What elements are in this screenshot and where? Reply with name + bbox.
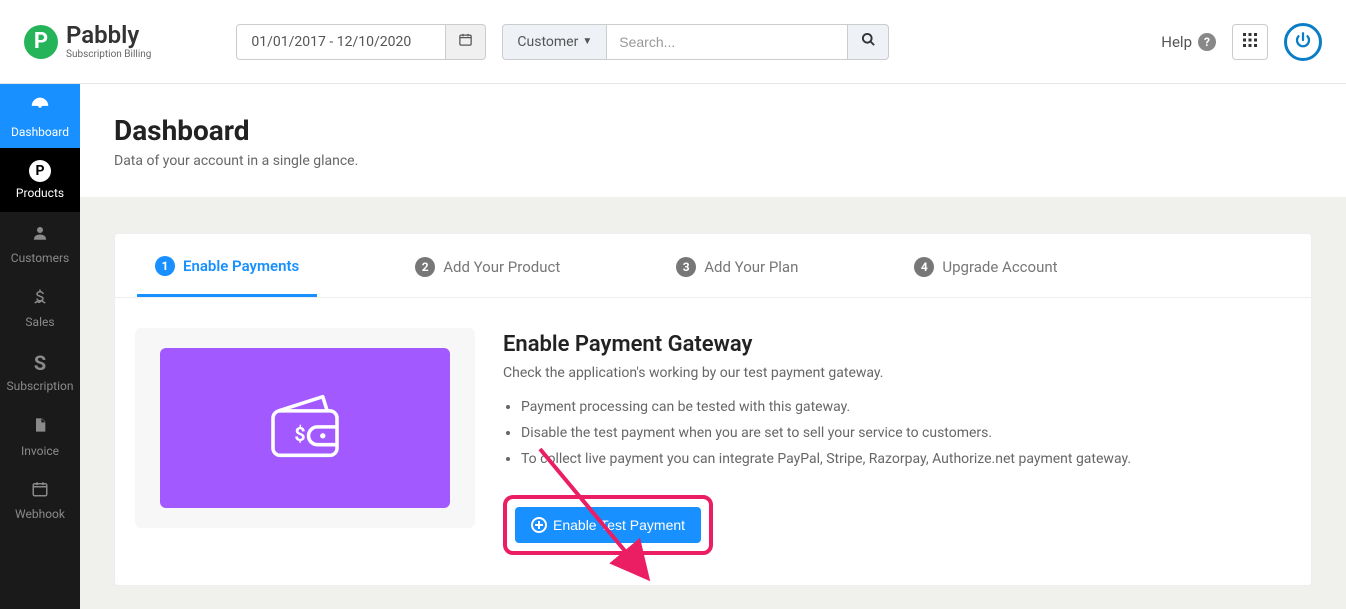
- sidebar: Dashboard P Products Customers Sales S S…: [0, 84, 80, 609]
- plus-circle-icon: [531, 517, 547, 533]
- tab-number: 1: [155, 256, 175, 276]
- topbar: Pabbly Subscription Billing 01/01/2017 -…: [0, 0, 1346, 84]
- enable-button-highlight: Enable Test Payment: [503, 495, 713, 555]
- sidebar-item-label: Customers: [11, 251, 69, 265]
- calendar-button[interactable]: [446, 24, 486, 60]
- tab-label: Add Your Product: [443, 258, 560, 276]
- products-icon: P: [29, 160, 51, 182]
- sidebar-item-products[interactable]: P Products: [0, 148, 80, 212]
- brand-mark-icon: [24, 25, 58, 59]
- panel-heading: Enable Payment Gateway: [503, 332, 1291, 357]
- apps-grid-icon: [1243, 32, 1257, 51]
- chevron-down-icon: ▼: [582, 36, 592, 47]
- panel-bullet: Disable the test payment when you are se…: [521, 425, 1291, 441]
- brand-subtitle: Subscription Billing: [66, 49, 151, 60]
- tab-number: 2: [415, 257, 435, 277]
- sidebar-item-label: Sales: [25, 315, 54, 329]
- illustration: $: [160, 348, 450, 508]
- panel-body: Enable Payment Gateway Check the applica…: [503, 328, 1291, 555]
- tab-label: Upgrade Account: [942, 258, 1057, 276]
- tab-enable-payments[interactable]: 1 Enable Payments: [137, 234, 317, 297]
- sales-icon: [31, 288, 49, 311]
- tab-upgrade-account[interactable]: 4 Upgrade Account: [896, 234, 1075, 297]
- sidebar-item-label: Webhook: [15, 507, 65, 521]
- tab-add-plan[interactable]: 3 Add Your Plan: [658, 234, 816, 297]
- brand-name: Pabbly: [66, 23, 151, 47]
- customers-icon: [31, 224, 49, 247]
- topbar-right: Help ?: [1161, 23, 1322, 61]
- sidebar-item-webhook[interactable]: Webhook: [0, 468, 80, 532]
- date-range-input[interactable]: 01/01/2017 - 12/10/2020: [236, 24, 446, 60]
- enable-button-label: Enable Test Payment: [553, 517, 685, 533]
- sidebar-item-dashboard[interactable]: Dashboard: [0, 84, 80, 148]
- panel-lead: Check the application's working by our t…: [503, 365, 1291, 381]
- sidebar-item-label: Invoice: [21, 444, 59, 458]
- brand-logo[interactable]: Pabbly Subscription Billing: [24, 23, 151, 60]
- panel-bullet: To collect live payment you can integrat…: [521, 451, 1291, 467]
- tab-number: 3: [676, 257, 696, 277]
- enable-test-payment-button[interactable]: Enable Test Payment: [515, 507, 701, 543]
- tab-label: Enable Payments: [183, 257, 299, 275]
- panel-bullet: Payment processing can be tested with th…: [521, 399, 1291, 415]
- search-icon: [861, 32, 876, 51]
- date-range-picker[interactable]: 01/01/2017 - 12/10/2020: [236, 24, 486, 60]
- tab-panel: $ Enable Payment Gateway Check the appli…: [115, 298, 1311, 555]
- help-label: Help: [1161, 33, 1192, 51]
- sidebar-item-customers[interactable]: Customers: [0, 212, 80, 276]
- subscription-icon: S: [34, 351, 46, 375]
- sidebar-item-subscription[interactable]: S Subscription: [0, 340, 80, 404]
- illustration-box: $: [135, 328, 475, 528]
- invoice-icon: [32, 415, 48, 440]
- sidebar-item-sales[interactable]: Sales: [0, 276, 80, 340]
- page-title: Dashboard: [114, 114, 1312, 147]
- help-link[interactable]: Help ?: [1161, 33, 1216, 51]
- search-group: Customer ▼: [502, 24, 889, 60]
- wallet-icon: $: [260, 386, 350, 470]
- calendar-icon: [458, 32, 473, 51]
- sidebar-item-label: Dashboard: [11, 125, 69, 139]
- power-icon: [1294, 30, 1312, 54]
- svg-text:$: $: [294, 423, 305, 446]
- power-button[interactable]: [1284, 23, 1322, 61]
- tab-add-product[interactable]: 2 Add Your Product: [397, 234, 578, 297]
- page-subtitle: Data of your account in a single glance.: [114, 153, 1312, 169]
- apps-grid-button[interactable]: [1232, 24, 1268, 60]
- content-area: Dashboard Data of your account in a sing…: [80, 84, 1346, 609]
- customer-dropdown-label: Customer: [517, 34, 578, 50]
- tab-label: Add Your Plan: [704, 258, 798, 276]
- onboarding-tabs: 1 Enable Payments 2 Add Your Product 3 A…: [115, 234, 1311, 298]
- sidebar-item-invoice[interactable]: Invoice: [0, 404, 80, 468]
- search-input[interactable]: [607, 24, 847, 60]
- tab-number: 4: [914, 257, 934, 277]
- page-header: Dashboard Data of your account in a sing…: [80, 84, 1346, 197]
- search-button[interactable]: [847, 24, 889, 60]
- webhook-icon: [31, 480, 49, 503]
- panel-bullet-list: Payment processing can be tested with th…: [503, 399, 1291, 467]
- dashboard-icon: [29, 94, 51, 121]
- customer-dropdown[interactable]: Customer ▼: [502, 24, 607, 60]
- sidebar-item-label: Products: [16, 186, 64, 200]
- sidebar-item-label: Subscription: [7, 379, 74, 393]
- onboarding-card: 1 Enable Payments 2 Add Your Product 3 A…: [114, 233, 1312, 586]
- help-icon: ?: [1198, 33, 1216, 51]
